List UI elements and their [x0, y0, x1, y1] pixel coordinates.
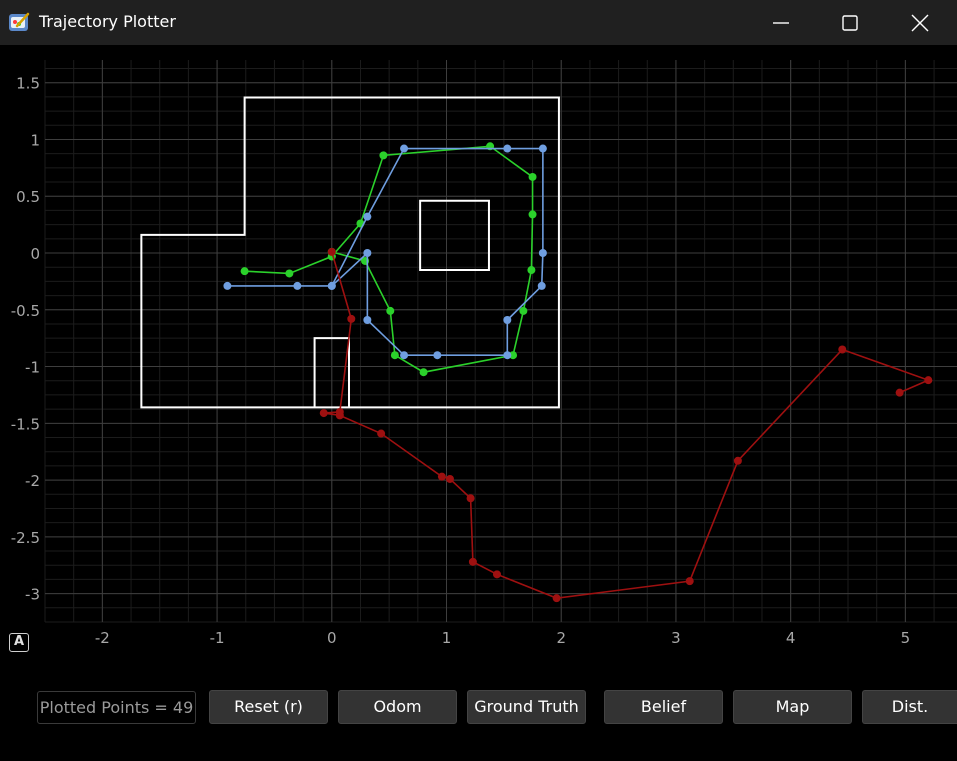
close-icon: [911, 14, 929, 32]
y-tick-label: -2.5: [11, 529, 40, 547]
trajectory-series: [223, 142, 933, 603]
y-tick-label: -0.5: [11, 302, 40, 320]
close-button[interactable]: [885, 0, 955, 45]
series-point: [519, 306, 528, 315]
maximize-icon: [842, 15, 858, 31]
series-point: [538, 249, 547, 258]
series-point: [363, 249, 372, 258]
series-point: [895, 388, 904, 397]
series-point: [492, 570, 501, 579]
series-point: [838, 345, 847, 354]
series-point: [437, 472, 446, 481]
belief-button[interactable]: Belief: [604, 690, 723, 724]
series-point: [552, 594, 561, 603]
series-point: [327, 281, 336, 290]
y-tick-label: 0: [30, 245, 40, 263]
series-point: [527, 266, 536, 275]
series-point: [503, 351, 512, 360]
odom-button[interactable]: Odom: [338, 690, 457, 724]
y-tick-label: -3: [25, 586, 40, 604]
minimize-icon: [773, 22, 789, 24]
series-point: [240, 267, 249, 276]
series-point: [528, 210, 537, 219]
reset-button[interactable]: Reset (r): [209, 690, 328, 724]
map-button[interactable]: Map: [733, 690, 852, 724]
series-point: [363, 212, 372, 221]
series-point: [733, 456, 742, 465]
series-point: [379, 151, 388, 160]
plotted-points-label: Plotted Points = 49: [37, 691, 196, 724]
series-point: [285, 269, 294, 278]
series-point: [537, 281, 546, 290]
paint-palette-icon: [9, 12, 30, 31]
title-bar: Trajectory Plotter: [0, 0, 957, 45]
minor-grid: [44, 60, 957, 623]
series-point: [293, 281, 302, 290]
maximize-button[interactable]: [815, 0, 885, 45]
x-tick-label: -2: [95, 629, 110, 647]
major-grid: [45, 60, 957, 622]
series-point: [419, 368, 428, 377]
x-tick-label: 4: [786, 629, 796, 647]
y-tick-label: 0.5: [16, 188, 40, 206]
series-point: [468, 557, 477, 566]
series-point: [685, 577, 694, 586]
y-tick-label: -1: [25, 359, 40, 377]
series-point: [377, 429, 386, 438]
series-point: [223, 281, 232, 290]
x-tick-label: -1: [210, 629, 225, 647]
y-tick-label: -1.5: [11, 415, 40, 433]
series-point: [390, 351, 399, 360]
series-point: [503, 315, 512, 324]
x-tick-label: 0: [327, 629, 337, 647]
series-point: [347, 314, 356, 323]
trajectory-plot[interactable]: 1.5 1 0.5 0 -0.5 -1 -1.5 -2 -2.5 -3 -2 -1 0 1 2 3 4 5: [0, 45, 957, 660]
y-tick-label: 1.5: [16, 75, 40, 93]
series-point: [400, 144, 409, 153]
series-point: [363, 315, 372, 324]
series-point: [466, 494, 475, 503]
series-point: [433, 351, 442, 360]
series-point: [503, 144, 512, 153]
dist-button[interactable]: Dist.: [862, 690, 957, 724]
series-point: [319, 409, 328, 418]
x-tick-label: 5: [901, 629, 911, 647]
series-point: [335, 411, 344, 420]
series-point: [327, 247, 336, 256]
window-title: Trajectory Plotter: [39, 12, 176, 31]
series-point: [400, 351, 409, 360]
axis-tick-labels: 1.5 1 0.5 0 -0.5 -1 -1.5 -2 -2.5 -3 -2 -1 0 1 2 3 4 5: [11, 75, 910, 647]
map-walls: [140, 96, 560, 409]
y-tick-label: 1: [30, 131, 40, 149]
y-tick-label: -2: [25, 472, 40, 490]
map-wall: [419, 199, 490, 272]
x-tick-label: 2: [556, 629, 566, 647]
series-line: [323, 251, 931, 599]
series-point: [445, 474, 454, 483]
autoscale-button[interactable]: A: [9, 633, 29, 652]
series-point: [386, 306, 395, 315]
x-tick-label: 3: [671, 629, 681, 647]
minimize-button[interactable]: [746, 0, 816, 45]
x-tick-label: 1: [442, 629, 452, 647]
series-point: [924, 376, 933, 385]
map-wall: [140, 96, 560, 409]
series-point: [528, 172, 537, 181]
ground-truth-button[interactable]: Ground Truth: [467, 690, 586, 724]
series-point: [538, 144, 547, 153]
